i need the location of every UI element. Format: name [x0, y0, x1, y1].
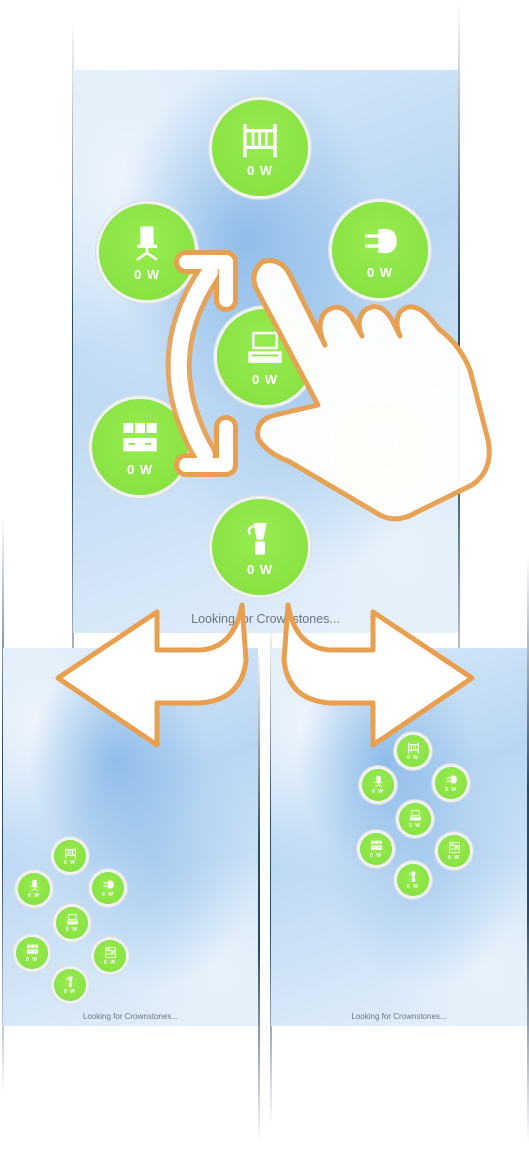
arrow-left-icon	[55, 602, 249, 748]
arrow-right-icon	[281, 602, 475, 748]
gesture-overlay	[55, 250, 492, 748]
hand-swipe-icon	[251, 258, 492, 522]
rotate-arrow-icon	[165, 250, 238, 477]
